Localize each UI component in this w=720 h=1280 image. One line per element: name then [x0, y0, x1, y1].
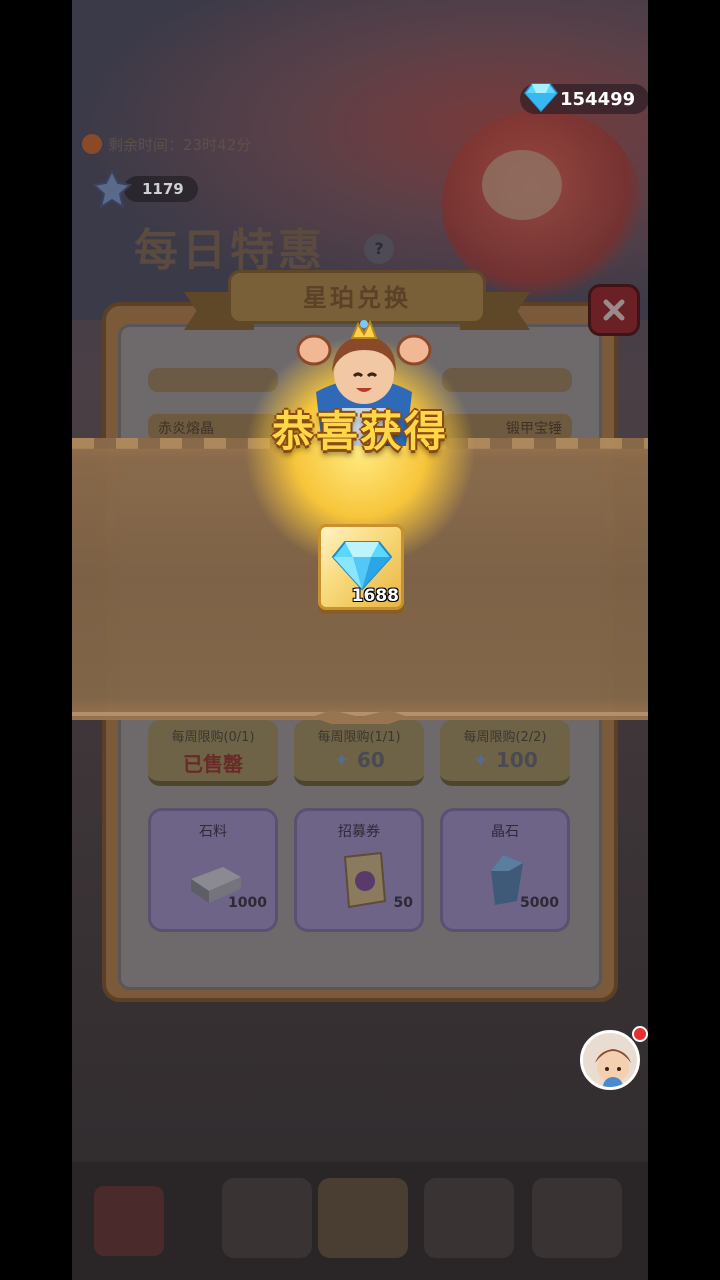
shop-card-stone[interactable]: 石料 1000	[148, 808, 278, 932]
price-value: 100	[495, 748, 538, 772]
item-quantity: 5000	[520, 895, 559, 911]
close-button[interactable]	[588, 284, 640, 336]
notification-dot	[632, 1026, 648, 1042]
event-timer: 剩余时间：23时42分	[82, 132, 322, 156]
reward-title: 恭喜获得	[271, 407, 448, 456]
stardust-icon: ✦	[472, 748, 490, 772]
item-quantity: 50	[393, 895, 413, 911]
shop-item-top-right	[442, 368, 572, 392]
shop-card-footer[interactable]: 每周限购(1/1) ✦ 60	[294, 720, 424, 786]
diamond-icon	[331, 541, 393, 591]
diamond-icon	[524, 82, 558, 117]
shop-title: 星珀兑换	[303, 284, 411, 312]
price-value: 60	[356, 748, 385, 772]
nav-item-active[interactable]	[318, 1178, 408, 1258]
daily-deals-title: 每日特惠	[134, 225, 326, 276]
clock-icon	[82, 134, 102, 154]
assistant-avatar-button[interactable]	[580, 1030, 640, 1090]
shop-item-top-left	[148, 368, 278, 392]
gem-amount: 154499	[560, 88, 636, 110]
stardust-amount: 1179	[124, 176, 198, 202]
stardust-icon	[92, 169, 132, 209]
close-icon	[603, 299, 625, 321]
gem-counter[interactable]: 154499	[520, 82, 648, 117]
reward-item-count: 1688	[351, 586, 399, 606]
nav-item[interactable]	[424, 1178, 514, 1258]
nav-item[interactable]	[222, 1178, 312, 1258]
shop-card-footer[interactable]: 每周限购(0/1) 已售罄	[148, 720, 278, 786]
item-name: 招募券	[338, 824, 380, 840]
shop-card-recruit-ticket[interactable]: 招募券 50	[294, 808, 424, 932]
back-button[interactable]	[94, 1186, 164, 1256]
purchase-limit: 每周限购(1/1)	[317, 730, 401, 745]
price: ✦ 100	[440, 748, 570, 772]
shop-card-crystal[interactable]: 晶石 5000	[440, 808, 570, 932]
item-name: 石料	[199, 824, 227, 840]
hero-face	[482, 150, 562, 220]
item-name: 晶石	[491, 824, 519, 840]
purchase-limit: 每周限购(0/1)	[171, 730, 255, 745]
sold-out-label: 已售罄	[183, 752, 243, 776]
price: ✦ 60	[294, 748, 424, 772]
item-quantity: 1000	[228, 895, 267, 911]
stardust-icon: ✦	[333, 748, 350, 772]
assistant-avatar	[595, 1049, 631, 1087]
nav-item[interactable]	[532, 1178, 622, 1258]
game-screen: 剩余时间：23时42分 1179 每日特惠 ? 154499 赤炎熔晶 锻甲宝锤	[72, 0, 648, 1280]
purchase-limit: 每周限购(2/2)	[463, 730, 547, 745]
reward-item-slot[interactable]: 1688	[318, 524, 404, 610]
shop-card-footer[interactable]: 每周限购(2/2) ✦ 100	[440, 720, 570, 786]
recruit-ticket-icon	[343, 851, 387, 909]
help-button[interactable]: ?	[364, 234, 394, 264]
timer-text: 剩余时间：23时42分	[108, 135, 252, 154]
stardust-counter: 1179	[92, 169, 198, 209]
